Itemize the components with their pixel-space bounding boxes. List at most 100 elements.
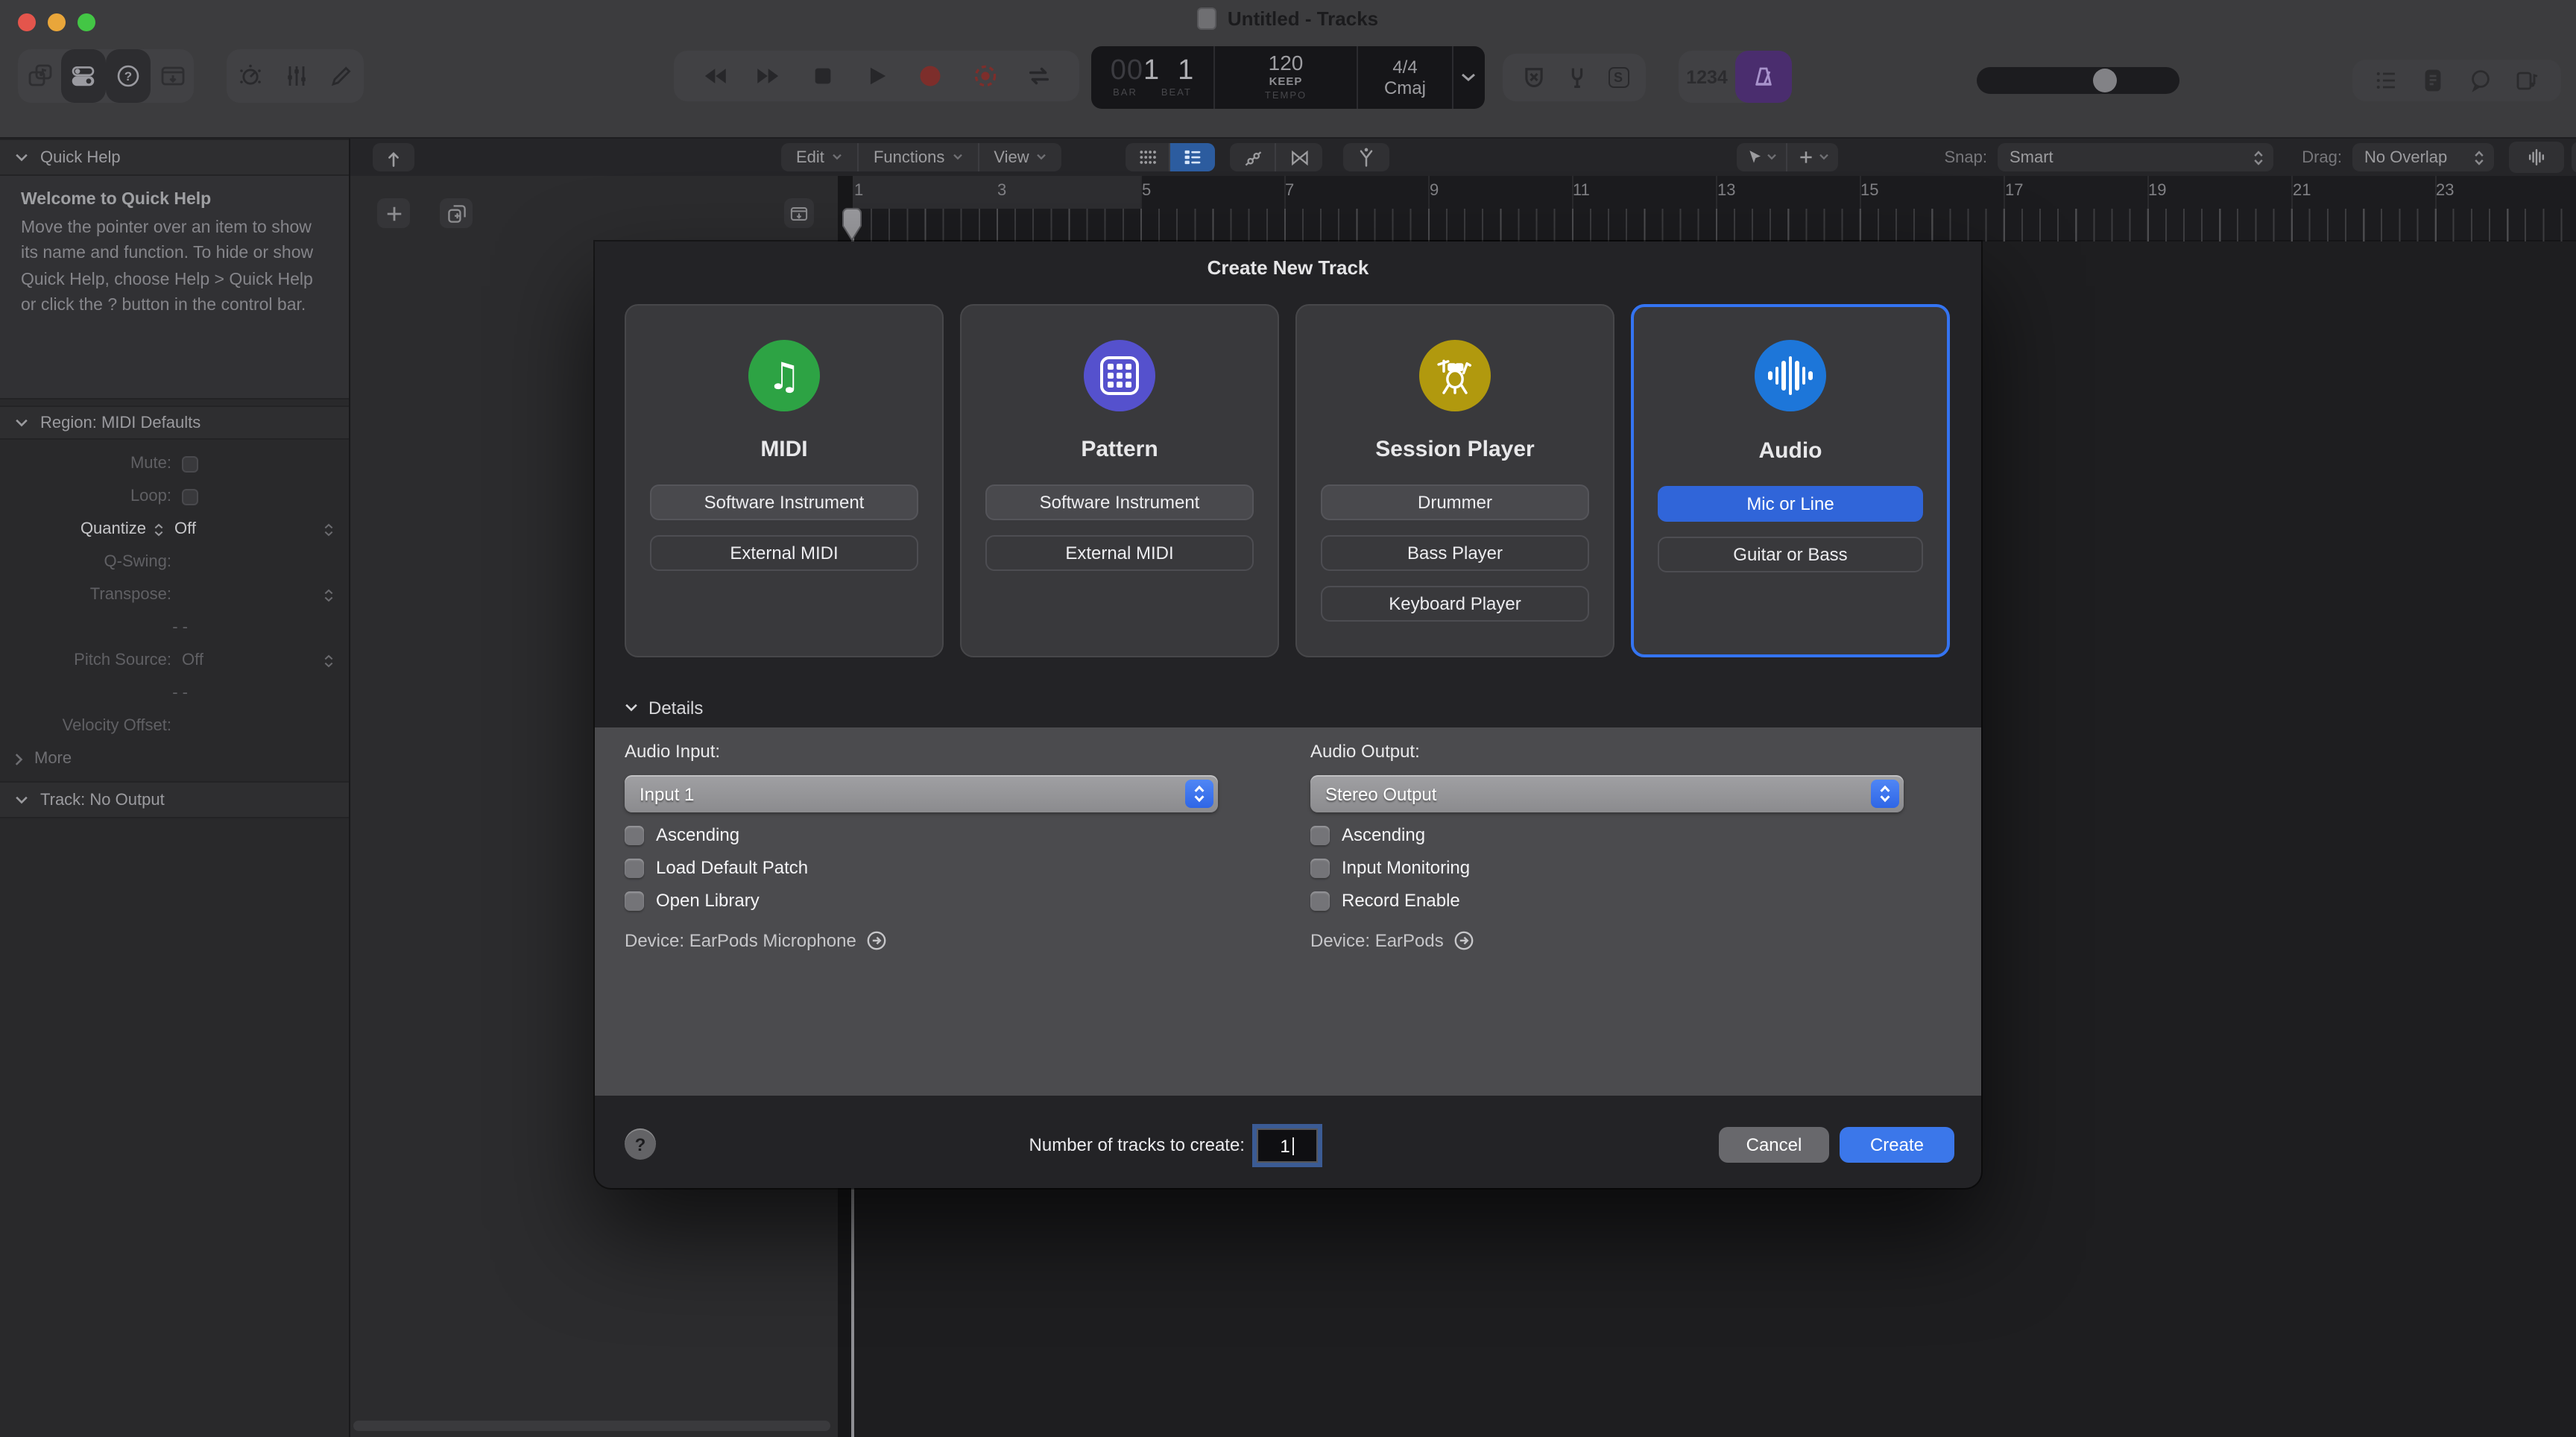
mic-or-line-button[interactable]: Mic or Line [1658, 486, 1923, 522]
software-instrument-button[interactable]: Software Instrument [985, 484, 1254, 520]
more-row[interactable]: More [0, 742, 349, 775]
waveform-zoom-button[interactable] [2509, 142, 2564, 173]
checkbox[interactable] [625, 858, 644, 877]
toolbar-toggle-button[interactable] [151, 49, 194, 103]
checkbox[interactable] [1310, 825, 1330, 844]
add-track-button[interactable] [377, 198, 410, 228]
lcd-options-chevron[interactable] [1453, 46, 1483, 109]
software-instrument-button[interactable]: Software Instrument [650, 484, 918, 520]
secondary-tool-menu[interactable] [1787, 143, 1838, 171]
smart-controls-button[interactable] [227, 49, 273, 103]
load-default-patch-checkbox-row[interactable]: Load Default Patch [625, 857, 808, 878]
lcd-display[interactable]: 0011 BARBEAT 120 KEEP TEMPO 4/4 Cmaj [1091, 46, 1485, 109]
track-type-card-midi[interactable]: ♫ MIDI Software Instrument External MIDI [625, 304, 944, 657]
forward-button[interactable] [755, 63, 782, 89]
create-button[interactable]: Create [1840, 1127, 1954, 1163]
lcd-key-signature[interactable]: 4/4 Cmaj [1358, 46, 1453, 109]
list-editors-icon[interactable] [2373, 67, 2399, 94]
chevron-down-icon [625, 704, 638, 713]
loop-browser-icon[interactable] [2467, 67, 2494, 94]
count-in-button[interactable]: 1234 [1679, 51, 1735, 103]
quick-help-button[interactable]: ? [106, 49, 151, 103]
inspector-button[interactable] [61, 49, 106, 103]
ascending-checkbox-row[interactable]: Ascending [1310, 824, 1425, 845]
tracks-area-toolbar: Edit Functions View [350, 139, 2576, 176]
metronome-button[interactable] [1735, 51, 1792, 103]
midi-draw-button[interactable] [1276, 143, 1322, 171]
open-library-checkbox-row[interactable]: Open Library [625, 890, 760, 911]
guitar-or-bass-button[interactable]: Guitar or Bass [1658, 537, 1923, 572]
audio-output-select[interactable]: Stereo Output [1310, 775, 1904, 812]
input-monitoring-checkbox-row[interactable]: Input Monitoring [1310, 857, 1470, 878]
automation-button[interactable] [1230, 143, 1276, 171]
checkbox[interactable] [625, 825, 644, 844]
tuner-fork-icon[interactable] [1564, 64, 1591, 91]
mixer-button[interactable] [273, 49, 319, 103]
bass-player-button[interactable]: Bass Player [1321, 535, 1589, 571]
track-inspector-header[interactable]: Track: No Output [0, 781, 349, 818]
cancel-button[interactable]: Cancel [1719, 1127, 1829, 1163]
list-view-button[interactable] [1170, 143, 1215, 171]
loop-checkbox[interactable] [182, 488, 198, 505]
details-disclosure[interactable]: Details [625, 698, 703, 718]
note-pads-icon[interactable] [2419, 67, 2446, 94]
region-defaults-header[interactable]: Region: MIDI Defaults [0, 405, 349, 440]
stepper-chevrons-icon[interactable] [1185, 780, 1213, 808]
input-device-link[interactable]: Device: EarPods Microphone [625, 930, 888, 951]
lcd-position[interactable]: 0011 BARBEAT [1091, 46, 1215, 109]
drag-select[interactable]: No Overlap [2352, 143, 2494, 171]
output-device-link[interactable]: Device: EarPods [1310, 930, 1475, 951]
checkbox[interactable] [1310, 858, 1330, 877]
split-at-playhead-button[interactable] [1343, 143, 1389, 171]
editors-button[interactable] [319, 49, 364, 103]
library-button[interactable] [18, 49, 61, 103]
mute-checkbox[interactable] [182, 455, 198, 472]
solo-mode-icon[interactable]: S [1608, 67, 1629, 88]
stop-button[interactable] [809, 63, 836, 89]
stepper-chevrons-icon[interactable] [323, 652, 334, 669]
capture-recording-button[interactable] [971, 63, 998, 89]
view-menu[interactable]: View [979, 143, 1061, 171]
arrow-circle-icon [867, 930, 888, 951]
vertical-auto-zoom-button[interactable] [2572, 142, 2576, 173]
media-browser-icon[interactable] [2514, 67, 2541, 94]
grid-view-button[interactable] [1126, 143, 1170, 171]
bar-ruler[interactable]: 1 3 5 7 9 11 13 15 17 19 21 23 [838, 176, 2576, 241]
rewind-button[interactable] [701, 63, 728, 89]
horizontal-scrollbar[interactable] [353, 1421, 830, 1431]
quick-help-header[interactable]: Quick Help [0, 139, 349, 176]
lcd-tempo[interactable]: 120 KEEP TEMPO [1215, 46, 1358, 109]
playhead-marker[interactable] [841, 207, 863, 241]
edit-menu[interactable]: Edit [781, 143, 859, 171]
stepper-chevrons-icon[interactable] [323, 587, 334, 603]
duplicate-track-button[interactable] [440, 198, 473, 228]
ruler-number: 15 [1860, 182, 1879, 200]
keyboard-player-button[interactable]: Keyboard Player [1321, 586, 1589, 622]
stepper-chevrons-icon[interactable] [154, 521, 164, 537]
track-count-input[interactable]: 1 [1257, 1128, 1318, 1163]
play-button[interactable] [863, 63, 890, 89]
checkbox[interactable] [625, 891, 644, 910]
catch-playhead-button[interactable] [373, 143, 414, 171]
record-enable-checkbox-row[interactable]: Record Enable [1310, 890, 1460, 911]
stepper-chevrons-icon[interactable] [1871, 780, 1899, 808]
external-midi-button[interactable]: External MIDI [985, 535, 1254, 571]
track-type-card-pattern[interactable]: Pattern Software Instrument External MID… [960, 304, 1279, 657]
track-type-card-audio[interactable]: Audio Mic or Line Guitar or Bass [1631, 304, 1950, 657]
checkbox[interactable] [1310, 891, 1330, 910]
ascending-checkbox-row[interactable]: Ascending [625, 824, 739, 845]
snap-select[interactable]: Smart [1998, 143, 2273, 171]
cycle-button[interactable] [1026, 63, 1052, 89]
dialog-help-button[interactable]: ? [625, 1128, 656, 1160]
replace-shield-icon[interactable] [1520, 64, 1547, 91]
drummer-button[interactable]: Drummer [1321, 484, 1589, 520]
external-midi-button[interactable]: External MIDI [650, 535, 918, 571]
functions-menu[interactable]: Functions [859, 143, 979, 171]
slider-knob[interactable] [2093, 69, 2117, 92]
track-header-config-button[interactable] [784, 198, 814, 228]
audio-input-select[interactable]: Input 1 [625, 775, 1218, 812]
pointer-tool-menu[interactable] [1737, 143, 1787, 171]
stepper-chevrons-icon[interactable] [323, 521, 334, 537]
record-button[interactable] [918, 63, 944, 89]
track-type-card-session-player[interactable]: Session Player Drummer Bass Player Keybo… [1295, 304, 1614, 657]
